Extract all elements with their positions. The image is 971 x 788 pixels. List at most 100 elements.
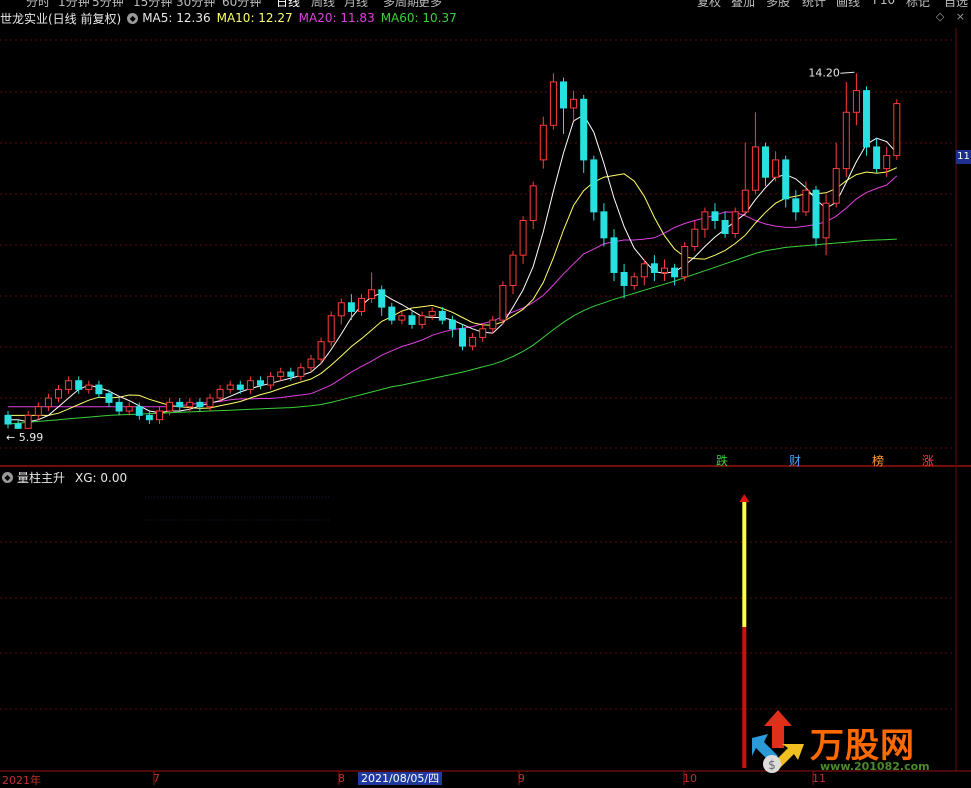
axis-month-9: 9: [518, 772, 525, 785]
candle-up: [156, 410, 163, 421]
watermark: $ 万股网 www.201082.com: [748, 708, 948, 778]
candle-up: [85, 384, 93, 390]
candle-down: [711, 211, 719, 222]
candle-down: [388, 306, 396, 321]
candle-down: [176, 401, 184, 408]
candle-up: [398, 315, 406, 321]
axis-month-7: 7: [153, 772, 160, 785]
candle-up: [479, 328, 487, 338]
badge-rise[interactable]: 涨: [922, 452, 934, 469]
candle-up: [842, 111, 850, 170]
candle-down: [135, 406, 143, 416]
candle-up: [216, 388, 224, 399]
candle-up: [65, 380, 73, 390]
candle-up: [34, 406, 42, 416]
candle-up: [317, 341, 325, 360]
candle-up: [428, 310, 436, 317]
candle-down: [600, 211, 608, 239]
candle-up: [509, 254, 517, 286]
watermark-url: www.201082.com: [820, 760, 930, 773]
candle-down: [873, 146, 881, 170]
candle-up: [358, 297, 365, 312]
candle-up: [418, 315, 426, 325]
candle-down: [287, 371, 295, 377]
candle-up: [368, 289, 376, 299]
candle-up: [186, 401, 194, 408]
candle-up: [630, 276, 638, 286]
axis-year: 2021年: [2, 774, 41, 787]
candle-up: [549, 81, 557, 126]
candle-up: [226, 384, 234, 390]
kline-chart[interactable]: 14.20 ← 5.99: [0, 0, 971, 785]
candle-down: [115, 401, 123, 412]
axis-month-8: 8: [338, 772, 345, 785]
candle-up: [267, 375, 275, 386]
candle-up: [852, 90, 860, 113]
candle-down: [560, 81, 567, 109]
badge-rank[interactable]: 榜: [872, 452, 884, 469]
candle-up: [681, 245, 689, 278]
indicator-title: 量柱主升: [17, 471, 66, 485]
signal-bar-red: [742, 627, 747, 768]
badge-fall[interactable]: 跌: [716, 452, 728, 469]
candle-up: [661, 267, 668, 273]
candle-up: [337, 302, 345, 317]
candle-up: [519, 220, 527, 256]
candle-down: [145, 414, 153, 421]
candle-up: [893, 103, 901, 157]
candle-down: [196, 401, 204, 408]
candle-up: [307, 358, 315, 369]
current-price-tag: 11: [956, 150, 971, 164]
candle-up: [489, 319, 497, 330]
candle-down: [236, 384, 244, 390]
candle-up: [731, 211, 739, 235]
candle-up: [751, 146, 759, 191]
candle-up: [832, 168, 840, 204]
candle-up: [741, 189, 749, 213]
candle-up: [539, 124, 547, 161]
signal-arrow-icon: [739, 494, 750, 502]
ma20-line: [8, 175, 898, 408]
candle-up: [529, 185, 537, 222]
candle-down: [671, 267, 679, 278]
indicator-settings-icon[interactable]: ◆: [2, 472, 13, 483]
candle-up: [499, 284, 507, 321]
svg-text:$: $: [768, 758, 776, 772]
candle-up: [327, 315, 335, 343]
signal-bar-yellow: [742, 502, 747, 627]
ma10-line: [8, 167, 897, 416]
candle-down: [448, 319, 456, 330]
candle-up: [246, 380, 254, 390]
candle-down: [378, 289, 386, 308]
candle-down: [408, 315, 416, 325]
candle-up: [125, 406, 133, 412]
candle-up: [297, 367, 305, 377]
candle-up: [822, 202, 830, 239]
candle-down: [590, 159, 598, 213]
watermark-logo-icon: $: [752, 710, 804, 773]
candle-up: [772, 159, 780, 178]
candle-up: [883, 155, 891, 170]
candle-down: [4, 414, 12, 425]
candle-down: [620, 271, 628, 286]
candle-up: [206, 397, 214, 408]
candle-down: [95, 384, 103, 395]
axis-month-10: 10: [683, 772, 697, 785]
candle-up: [570, 98, 578, 109]
candle-down: [863, 90, 870, 148]
high-price-label: 14.20: [808, 66, 840, 79]
candle-up: [24, 414, 32, 429]
high-price-arrow: [840, 71, 855, 74]
candle-down: [650, 263, 658, 273]
candle-down: [347, 302, 355, 312]
low-price-label: ← 5.99: [6, 431, 43, 444]
candle-down: [782, 159, 790, 200]
crosshair-date: 2021/08/05/四: [358, 772, 443, 785]
candle-down: [792, 198, 800, 213]
candle-down: [14, 423, 22, 429]
indicator-xg-value: XG: 0.00: [75, 470, 128, 485]
candle-up: [166, 401, 174, 412]
candle-down: [610, 237, 618, 273]
badge-finance[interactable]: 财: [789, 452, 801, 469]
candle-up: [44, 397, 52, 408]
